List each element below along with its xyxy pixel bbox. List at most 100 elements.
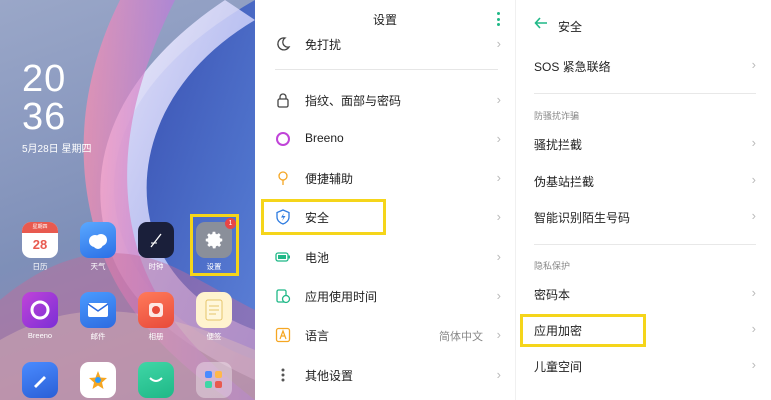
app-notes[interactable]: 便签 bbox=[195, 292, 233, 342]
settings-item-do-not-disturb[interactable]: 免打扰 › bbox=[255, 24, 515, 63]
security-item-label: 骚扰拦截 bbox=[534, 138, 583, 152]
app-calendar[interactable]: 星期四 28 日历 bbox=[21, 222, 59, 272]
app-label: 天气 bbox=[90, 262, 106, 271]
app-weather[interactable]: 天气 bbox=[79, 222, 117, 272]
settings-item-label: 免打扰 bbox=[305, 38, 342, 52]
settings-item-app-usage[interactable]: 应用使用时间 › bbox=[255, 276, 515, 315]
settings-item-accessibility[interactable]: 便捷辅助 › bbox=[255, 158, 515, 197]
chevron-right-icon: › bbox=[496, 36, 501, 51]
settings-item-breeno[interactable]: Breeno › bbox=[255, 119, 515, 158]
app-clock[interactable]: 时钟 bbox=[137, 222, 175, 272]
settings-item-label: 其他设置 bbox=[305, 369, 354, 383]
chevron-right-icon: › bbox=[751, 357, 756, 372]
settings-item-label: Breeno bbox=[305, 131, 344, 145]
chevron-right-icon: › bbox=[751, 172, 756, 187]
security-item-label: SOS 紧急联络 bbox=[534, 60, 611, 74]
settings-item-label: 应用使用时间 bbox=[305, 290, 378, 304]
mail-icon bbox=[80, 292, 116, 328]
settings-item-battery[interactable]: 电池 › bbox=[255, 237, 515, 276]
app-pen[interactable] bbox=[21, 362, 59, 398]
clock-minute: 36 bbox=[22, 96, 67, 138]
chevron-right-icon: › bbox=[496, 209, 501, 224]
chevron-right-icon: › bbox=[751, 135, 756, 150]
security-item-label: 密码本 bbox=[534, 288, 571, 302]
security-item-unknown-number[interactable]: 智能识别陌生号码 › bbox=[516, 199, 771, 235]
language-icon bbox=[275, 327, 291, 343]
breeno-app-icon bbox=[22, 292, 58, 328]
app-timer-icon bbox=[276, 289, 291, 304]
chevron-right-icon: › bbox=[751, 208, 756, 223]
app-folder-icon bbox=[196, 362, 232, 398]
settings-screen: 设置 免打扰 › 指纹、面部与密码 › Breeno › 便捷辅助 › 安全 ›… bbox=[255, 0, 515, 400]
chevron-right-icon: › bbox=[751, 321, 756, 336]
photos-icon bbox=[138, 292, 174, 328]
highlight-security-item bbox=[261, 199, 386, 235]
lock-icon bbox=[277, 93, 289, 108]
chevron-right-icon: › bbox=[496, 327, 501, 342]
settings-item-label: 便捷辅助 bbox=[305, 172, 354, 186]
highlight-app-lock-item bbox=[520, 314, 646, 347]
calendar-icon: 星期四 28 bbox=[22, 222, 58, 258]
breeno-icon bbox=[276, 132, 290, 146]
app-breeno[interactable]: Breeno bbox=[21, 292, 59, 340]
pen-icon bbox=[22, 362, 58, 398]
app-label: 时钟 bbox=[148, 262, 164, 271]
weather-icon bbox=[80, 222, 116, 258]
chevron-right-icon: › bbox=[496, 170, 501, 185]
clock-date: 5月28日 星期四 bbox=[22, 144, 92, 155]
more-settings-icon bbox=[281, 368, 285, 382]
star-icon bbox=[80, 362, 116, 398]
settings-item-other[interactable]: 其他设置 › bbox=[255, 355, 515, 394]
calendar-weekday: 星期四 bbox=[22, 222, 58, 233]
settings-item-label: 指纹、面部与密码 bbox=[305, 94, 402, 108]
settings-item-fingerprint[interactable]: 指纹、面部与密码 › bbox=[255, 80, 515, 119]
security-item-fake-station[interactable]: 伪基站拦截 › bbox=[516, 163, 771, 199]
chevron-right-icon: › bbox=[751, 285, 756, 300]
app-store-icon bbox=[138, 362, 174, 398]
app-folder[interactable] bbox=[195, 362, 233, 398]
highlight-settings-app bbox=[190, 214, 239, 276]
settings-item-label: 电池 bbox=[305, 251, 330, 265]
security-item-label: 伪基站拦截 bbox=[534, 175, 595, 189]
chevron-right-icon: › bbox=[496, 288, 501, 303]
app-label: Breeno bbox=[27, 331, 53, 340]
security-item-sos[interactable]: SOS 紧急联络 › bbox=[516, 48, 771, 84]
settings-item-label: 语言 bbox=[305, 329, 330, 343]
app-label: 邮件 bbox=[90, 332, 106, 341]
app-label: 相册 bbox=[148, 332, 164, 341]
security-item-harassment-block[interactable]: 骚扰拦截 › bbox=[516, 126, 771, 162]
app-star[interactable] bbox=[79, 362, 117, 398]
app-label: 日历 bbox=[32, 262, 48, 271]
security-item-label: 儿童空间 bbox=[534, 360, 583, 374]
clock-icon bbox=[138, 222, 174, 258]
page-title: 安全 bbox=[558, 20, 583, 34]
back-arrow-icon[interactable] bbox=[534, 16, 548, 30]
chevron-right-icon: › bbox=[496, 367, 501, 382]
app-mail[interactable]: 邮件 bbox=[79, 292, 117, 342]
divider bbox=[534, 93, 756, 94]
settings-item-language[interactable]: 语言 简体中文 › bbox=[255, 315, 515, 354]
chevron-right-icon: › bbox=[496, 131, 501, 146]
app-store[interactable] bbox=[137, 362, 175, 398]
security-item-label: 智能识别陌生号码 bbox=[534, 211, 631, 225]
divider bbox=[275, 69, 498, 70]
security-screen: 安全 SOS 紧急联络 › 防骚扰诈骗 骚扰拦截 › 伪基站拦截 › 智能识别陌… bbox=[515, 0, 771, 400]
chevron-right-icon: › bbox=[496, 92, 501, 107]
moon-icon bbox=[277, 37, 291, 51]
security-item-password-book[interactable]: 密码本 › bbox=[516, 276, 771, 312]
clock-hour: 20 bbox=[22, 58, 67, 100]
home-screen: 20 36 5月28日 星期四 星期四 28 日历 天气 时钟 1 设置 Bre… bbox=[0, 0, 255, 400]
security-item-kids-space[interactable]: 儿童空间 › bbox=[516, 348, 771, 384]
chevron-right-icon: › bbox=[751, 57, 756, 72]
chevron-right-icon: › bbox=[496, 249, 501, 264]
notes-icon bbox=[196, 292, 232, 328]
section-header-harassment: 防骚扰诈骗 bbox=[534, 111, 580, 121]
hand-icon bbox=[278, 171, 288, 185]
section-header-privacy: 隐私保护 bbox=[534, 261, 571, 271]
app-label: 便签 bbox=[206, 332, 222, 341]
language-value: 简体中文 bbox=[439, 331, 483, 343]
battery-icon bbox=[275, 252, 290, 262]
calendar-day: 28 bbox=[32, 237, 48, 252]
divider bbox=[534, 244, 756, 245]
app-photos[interactable]: 相册 bbox=[137, 292, 175, 342]
